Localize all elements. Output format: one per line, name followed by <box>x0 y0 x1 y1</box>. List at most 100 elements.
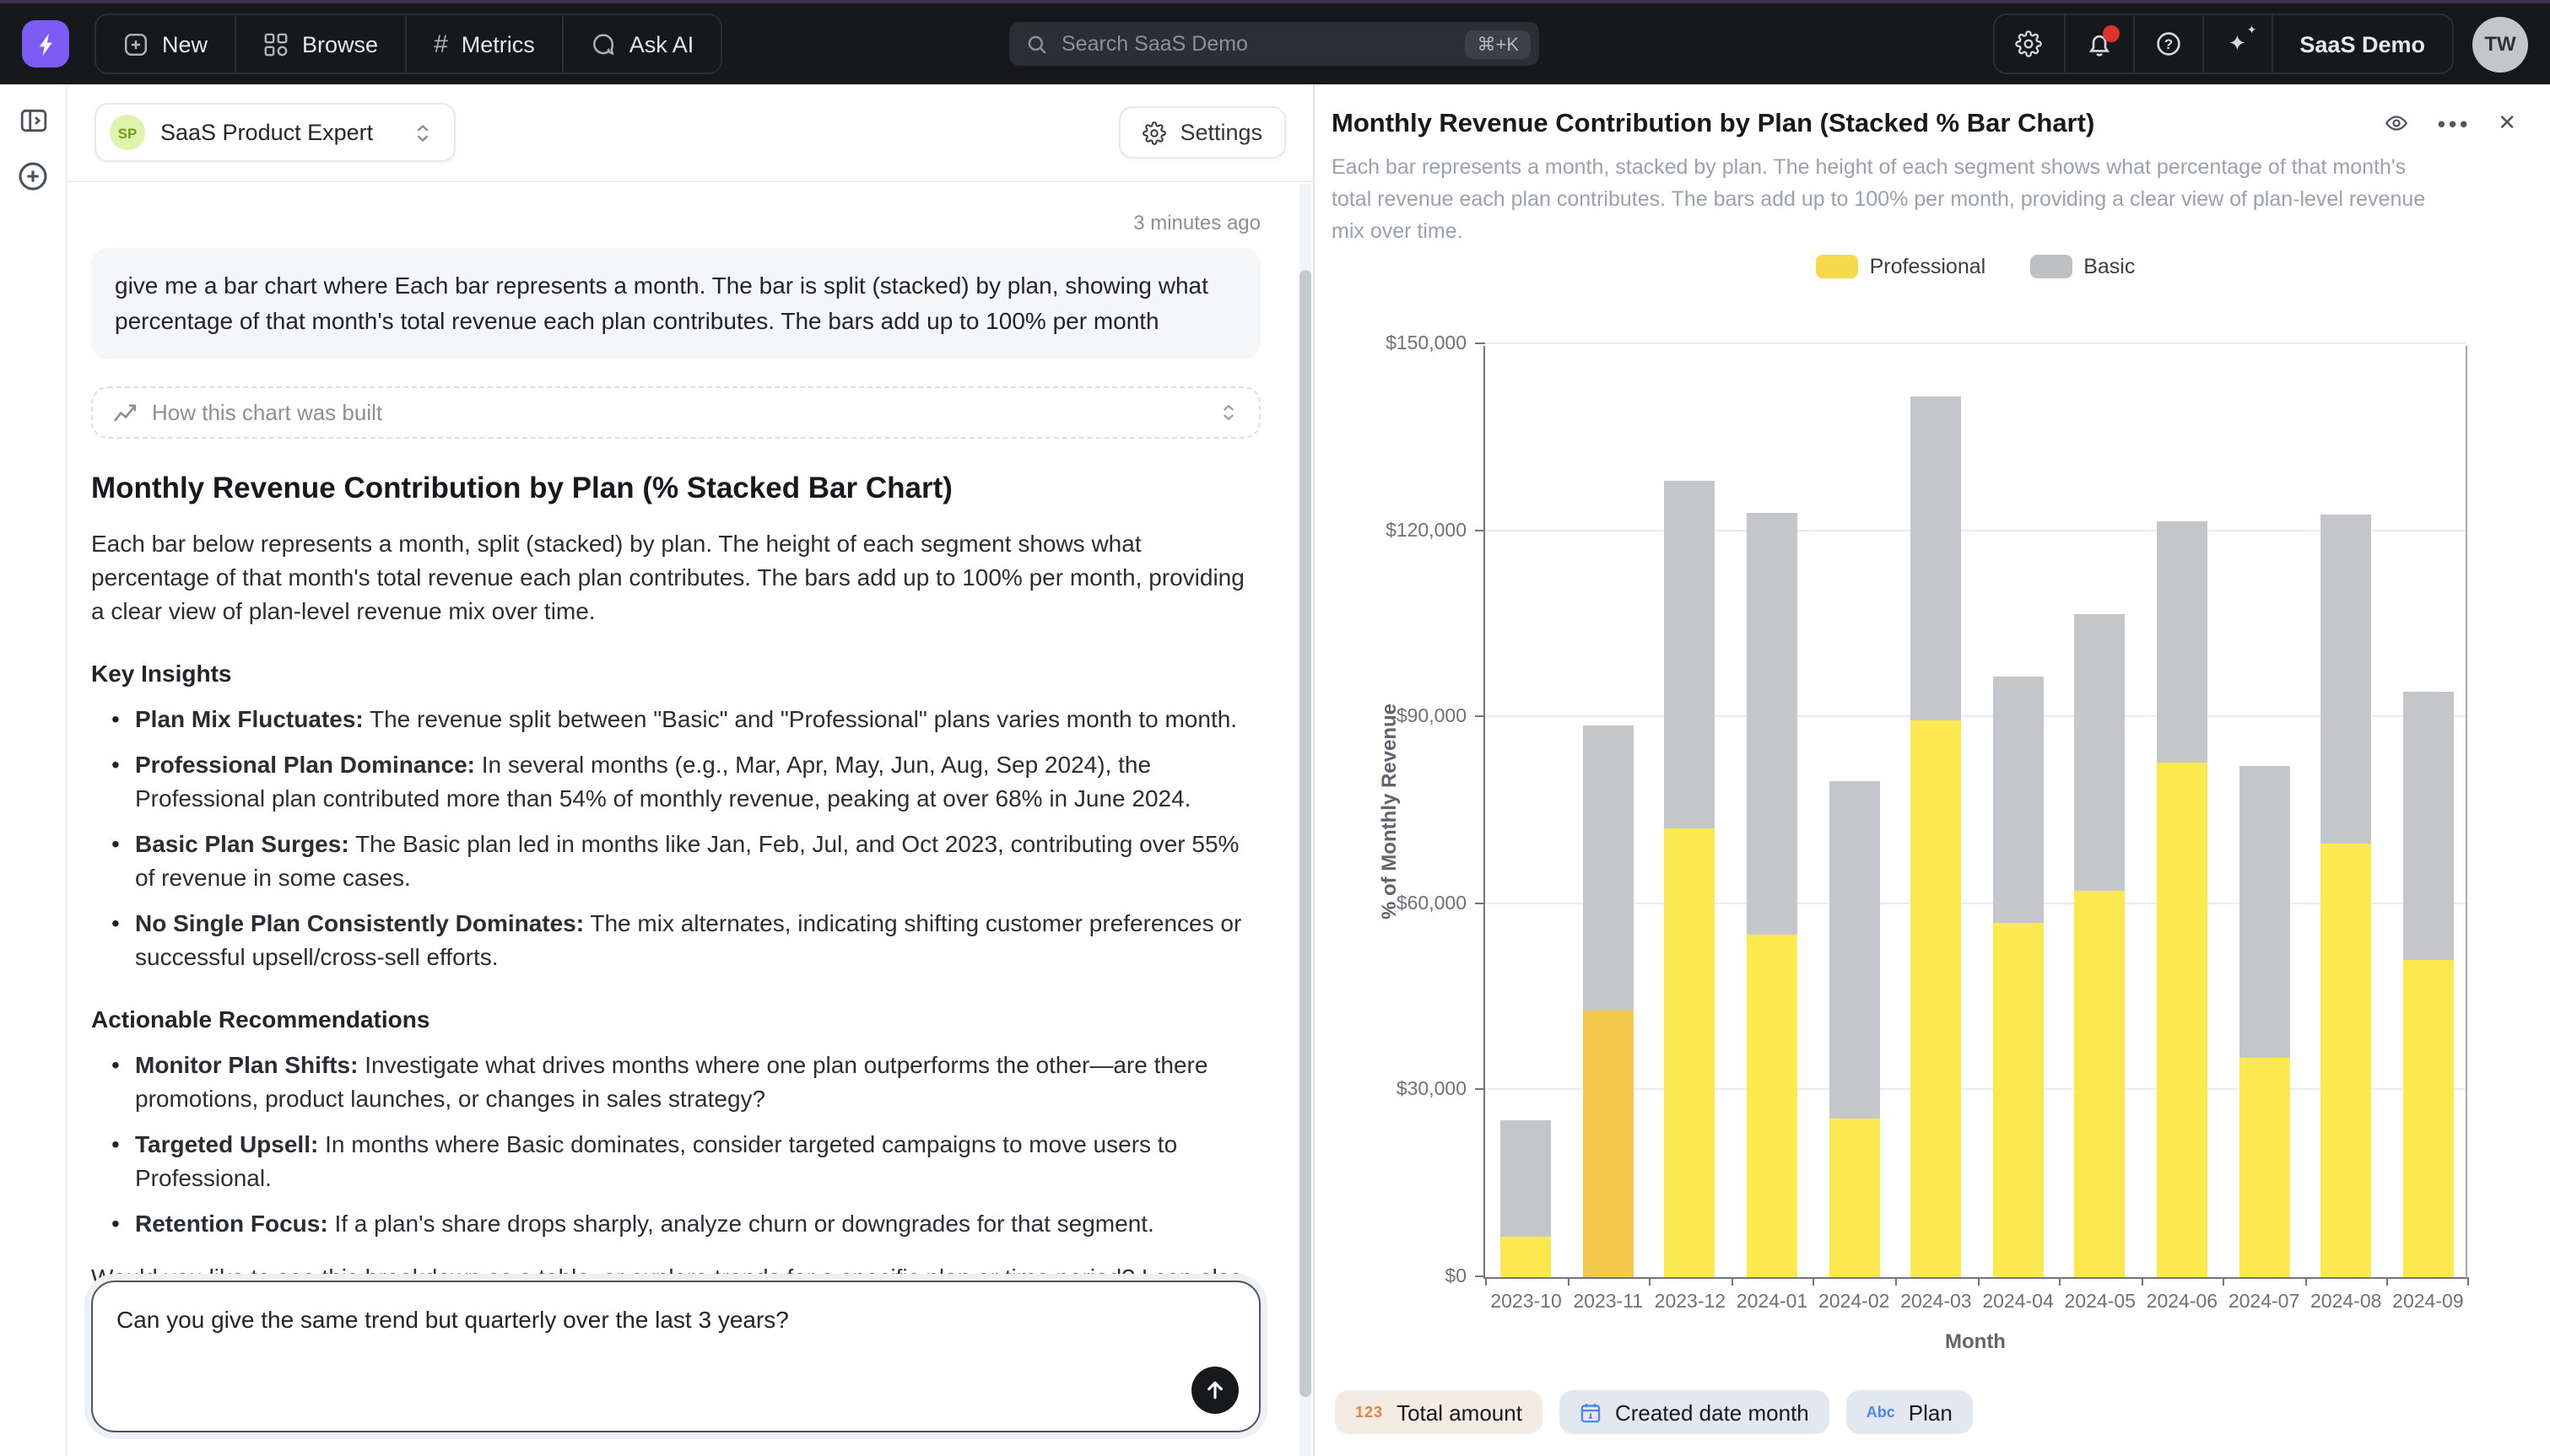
left-rail <box>0 84 68 1456</box>
x-axis-label: 2024-04 <box>1977 1292 2059 1313</box>
bar-segment-basic-2024-08[interactable] <box>2320 515 2371 844</box>
bar-segment-professional-2024-07[interactable] <box>2239 1057 2289 1277</box>
calendar-icon <box>1580 1401 1602 1423</box>
legend-item-professional[interactable]: Professional <box>1816 255 1986 278</box>
gear-icon <box>1143 121 1166 144</box>
bar-segment-professional-2024-01[interactable] <box>1747 935 1797 1277</box>
legend-label: Professional <box>1870 255 1986 278</box>
bar-segment-professional-2024-08[interactable] <box>2320 843 2371 1277</box>
notifications-button[interactable] <box>2063 15 2132 73</box>
chat-scrollbar-thumb[interactable] <box>1299 270 1311 1397</box>
x-axis-label: 2024-02 <box>1813 1292 1895 1313</box>
x-axis-label: 2024-08 <box>2305 1292 2387 1313</box>
more-options-button[interactable]: ••• <box>2438 111 2471 136</box>
trend-line-icon <box>113 402 137 423</box>
x-axis-label: 2024-06 <box>2141 1292 2223 1313</box>
bar-segment-professional-2024-04[interactable] <box>1993 923 2044 1277</box>
gear-icon <box>2015 30 2042 57</box>
x-axis-tick <box>1895 1277 1897 1286</box>
x-axis-tick <box>2387 1277 2389 1286</box>
bar-segment-basic-2024-05[interactable] <box>2075 615 2126 892</box>
toggle-sidebar-button[interactable] <box>18 106 48 135</box>
close-panel-button[interactable]: ✕ <box>2498 110 2516 137</box>
y-axis-label: $150,000 <box>1386 334 1467 354</box>
bar-segment-professional-2024-02[interactable] <box>1829 1118 1879 1277</box>
bar-segment-basic-2024-09[interactable] <box>2402 691 2453 959</box>
metrics-label: Metrics <box>462 31 535 57</box>
chat-settings-button[interactable]: Settings <box>1119 106 1286 159</box>
navbar-right: ? ✦✦ SaaS Demo TW <box>1992 13 2528 74</box>
help-button[interactable]: ? <box>2132 15 2202 73</box>
x-axis-label: 2023-11 <box>1567 1292 1649 1313</box>
chat-input-container: Can you give the same trend but quarterl… <box>91 1281 1261 1432</box>
legend-item-basic[interactable]: Basic <box>2029 255 2135 278</box>
new-button[interactable]: New <box>96 15 235 73</box>
chart-legend: Professional Basic <box>1483 255 2467 278</box>
metrics-button[interactable]: # Metrics <box>405 15 562 73</box>
tag-total-amount[interactable]: 123 Total amount <box>1335 1390 1542 1434</box>
bar-segment-professional-2024-05[interactable] <box>2075 892 2126 1277</box>
y-gridline <box>1485 715 2466 717</box>
y-axis-tick <box>1475 342 1485 344</box>
recommendations-heading: Actionable Recommendations <box>91 1006 1261 1033</box>
chat-settings-label: Settings <box>1180 120 1262 145</box>
chat-scrollbar-track[interactable] <box>1299 184 1311 1456</box>
chart-panel: Monthly Revenue Contribution by Plan (St… <box>1315 84 2550 1456</box>
bar-segment-basic-2024-07[interactable] <box>2239 767 2289 1057</box>
app-window: New Browse # Metrics Ask AI <box>0 0 2550 1456</box>
sparkles-icon: ✦✦ <box>2229 30 2247 57</box>
bar-segment-professional-2023-10[interactable] <box>1501 1236 1552 1277</box>
nav-button-group: New Browse # Metrics Ask AI <box>95 13 722 74</box>
bar-segment-basic-2024-01[interactable] <box>1747 512 1797 935</box>
bar-segment-basic-2024-06[interactable] <box>2157 521 2207 763</box>
user-message-bubble: give me a bar chart where Each bar repre… <box>91 248 1261 359</box>
send-button[interactable] <box>1191 1367 1239 1414</box>
x-axis-tick <box>1977 1277 1979 1286</box>
bar-segment-professional-2023-11[interactable] <box>1583 1011 1634 1277</box>
agent-select[interactable]: SP SaaS Product Expert <box>95 103 456 162</box>
field-tags: 123 Total amount Created date month Abc … <box>1335 1390 1973 1434</box>
bar-segment-professional-2024-09[interactable] <box>2402 959 2453 1277</box>
plot-area: % of Monthly Revenue Month $0$30,000$60,… <box>1483 346 2467 1279</box>
bar-segment-professional-2024-03[interactable] <box>1910 720 1961 1277</box>
preview-eye-button[interactable] <box>2384 111 2411 135</box>
bar-segment-basic-2024-03[interactable] <box>1910 396 1961 720</box>
chart-panel-description: Each bar represents a month, stacked by … <box>1332 152 2440 247</box>
list-item: No Single Plan Consistently Dominates: T… <box>135 906 1261 973</box>
x-axis-tick <box>1485 1277 1487 1286</box>
y-axis-tick <box>1475 529 1485 531</box>
expander-label: How this chart was built <box>152 400 382 425</box>
agent-name: SaaS Product Expert <box>160 120 373 145</box>
bar-segment-basic-2024-02[interactable] <box>1829 781 1879 1118</box>
y-axis-label: $0 <box>1445 1267 1467 1287</box>
ai-sparkles-button[interactable]: ✦✦ <box>2202 15 2271 73</box>
bar-segment-basic-2024-04[interactable] <box>1993 677 2044 924</box>
settings-gear-button[interactable] <box>1994 15 2063 73</box>
bar-segment-basic-2023-12[interactable] <box>1665 481 1715 828</box>
how-chart-built-expander[interactable]: How this chart was built <box>91 386 1261 439</box>
insights-list: Plan Mix Fluctuates: The revenue split b… <box>91 702 1261 973</box>
x-axis-label: 2024-01 <box>1732 1292 1813 1313</box>
tag-plan[interactable]: Abc Plan <box>1846 1390 1973 1434</box>
list-item: Retention Focus: If a plan's share drops… <box>135 1206 1261 1240</box>
list-item: Professional Plan Dominance: In several … <box>135 747 1261 815</box>
tag-created-date-month[interactable]: Created date month <box>1559 1390 1829 1434</box>
global-search-input[interactable]: Search SaaS Demo ⌘+K <box>1009 22 1539 66</box>
new-chat-button[interactable] <box>17 160 49 192</box>
user-avatar[interactable]: TW <box>2472 16 2528 72</box>
y-axis-tick <box>1475 903 1485 904</box>
ask-ai-button[interactable]: Ask AI <box>562 15 721 73</box>
bar-segment-basic-2023-11[interactable] <box>1583 725 1634 1011</box>
bar-segment-professional-2024-06[interactable] <box>2157 763 2207 1277</box>
x-axis-title: Month <box>1485 1329 2466 1353</box>
bar-segment-basic-2023-10[interactable] <box>1501 1119 1552 1236</box>
x-axis-label: 2024-03 <box>1895 1292 1977 1313</box>
browse-button[interactable]: Browse <box>235 15 405 73</box>
x-axis-tick <box>1813 1277 1815 1286</box>
bar-segment-professional-2023-12[interactable] <box>1665 828 1715 1277</box>
org-switcher[interactable]: SaaS Demo <box>2271 15 2452 73</box>
plus-square-icon <box>123 31 149 57</box>
app-logo[interactable] <box>22 20 69 67</box>
x-axis-label: 2023-12 <box>1649 1292 1731 1313</box>
chat-input[interactable]: Can you give the same trend but quarterl… <box>93 1282 1259 1431</box>
